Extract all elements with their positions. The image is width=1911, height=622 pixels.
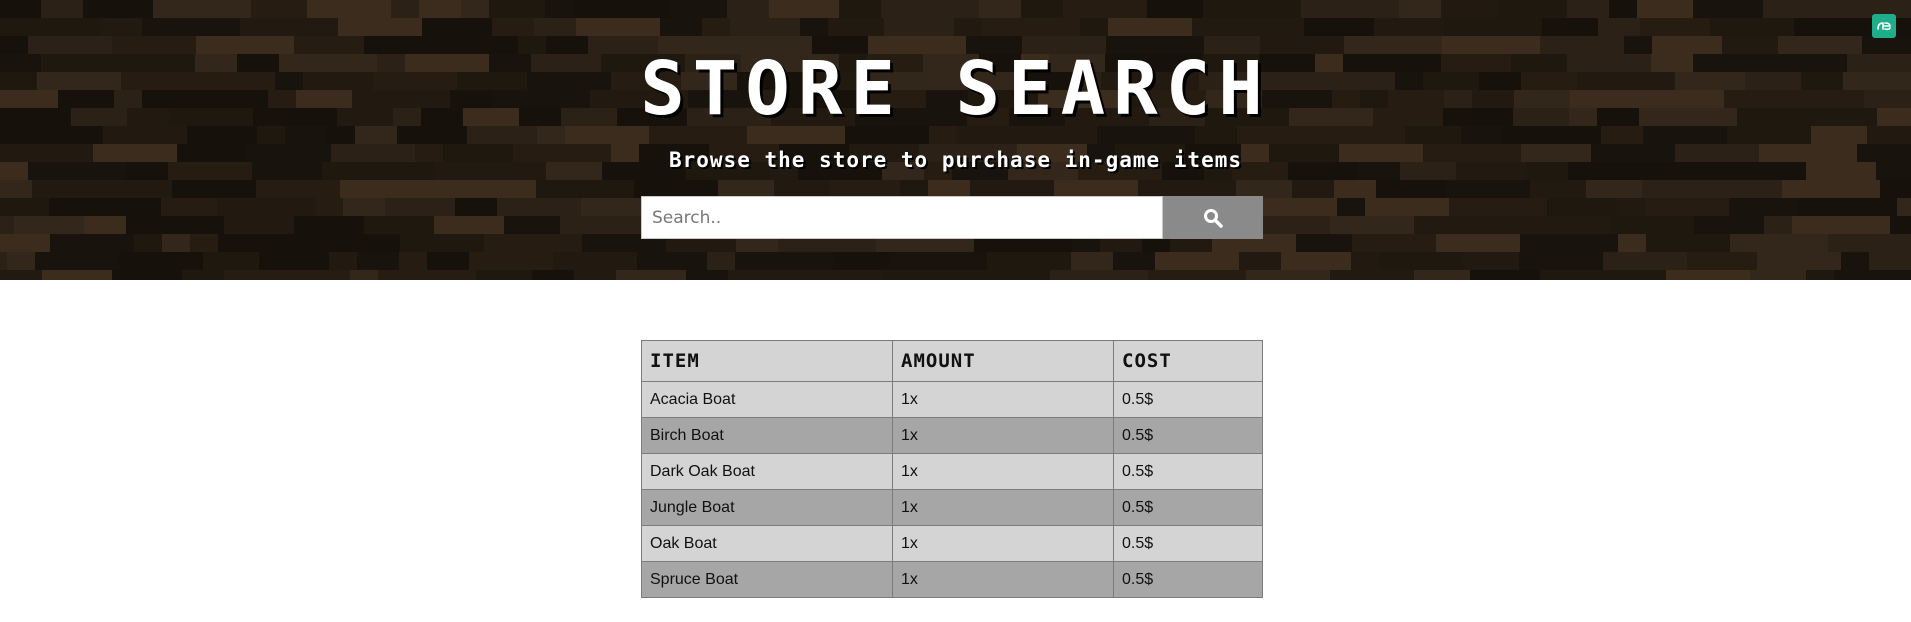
amount-cell: 1x bbox=[892, 489, 1114, 526]
table-row[interactable]: Oak Boat 1x 0.5$ bbox=[641, 525, 1263, 562]
hero-banner: Store Search Browse the store to purchas… bbox=[0, 0, 1911, 280]
results-table-container: Item Amount Cost Acacia Boat 1x 0.5$ Bir… bbox=[641, 340, 1263, 598]
amount-cell: 1x bbox=[892, 381, 1114, 418]
table-row[interactable]: Birch Boat 1x 0.5$ bbox=[641, 417, 1263, 454]
search-button[interactable] bbox=[1163, 196, 1263, 239]
table-row[interactable]: Dark Oak Boat 1x 0.5$ bbox=[641, 453, 1263, 490]
page-subtitle: Browse the store to purchase in-game ite… bbox=[668, 148, 1242, 172]
table-row[interactable]: Acacia Boat 1x 0.5$ bbox=[641, 381, 1263, 418]
table-header-row: Item Amount Cost bbox=[641, 340, 1263, 382]
cost-cell: 0.5$ bbox=[1113, 381, 1263, 418]
column-header-cost[interactable]: Cost bbox=[1113, 340, 1263, 382]
page-title: Store Search bbox=[640, 46, 1271, 132]
search-icon bbox=[1204, 208, 1223, 228]
item-name-cell: Dark Oak Boat bbox=[641, 453, 893, 490]
amount-cell: 1x bbox=[892, 453, 1114, 490]
item-name-cell: Oak Boat bbox=[641, 525, 893, 562]
cost-cell: 0.5$ bbox=[1113, 453, 1263, 490]
cost-cell: 0.5$ bbox=[1113, 525, 1263, 562]
item-name-cell: Acacia Boat bbox=[641, 381, 893, 418]
column-header-item[interactable]: Item bbox=[641, 340, 893, 382]
table-row[interactable]: Spruce Boat 1x 0.5$ bbox=[641, 561, 1263, 598]
cost-cell: 0.5$ bbox=[1113, 561, 1263, 598]
table-row[interactable]: Jungle Boat 1x 0.5$ bbox=[641, 489, 1263, 526]
cost-cell: 0.5$ bbox=[1113, 417, 1263, 454]
column-header-amount[interactable]: Amount bbox=[892, 340, 1114, 382]
item-name-cell: Jungle Boat bbox=[641, 489, 893, 526]
search-bar bbox=[641, 196, 1263, 239]
item-name-cell: Spruce Boat bbox=[641, 561, 893, 598]
cost-cell: 0.5$ bbox=[1113, 489, 1263, 526]
items-table: Item Amount Cost Acacia Boat 1x 0.5$ Bir… bbox=[641, 340, 1263, 598]
item-name-cell: Birch Boat bbox=[641, 417, 893, 454]
amount-cell: 1x bbox=[892, 417, 1114, 454]
hero-content: Store Search Browse the store to purchas… bbox=[0, 0, 1911, 280]
ae-icon[interactable] bbox=[1872, 14, 1896, 38]
ae-glyph bbox=[1877, 22, 1891, 31]
amount-cell: 1x bbox=[892, 525, 1114, 562]
search-input[interactable] bbox=[641, 196, 1163, 239]
amount-cell: 1x bbox=[892, 561, 1114, 598]
